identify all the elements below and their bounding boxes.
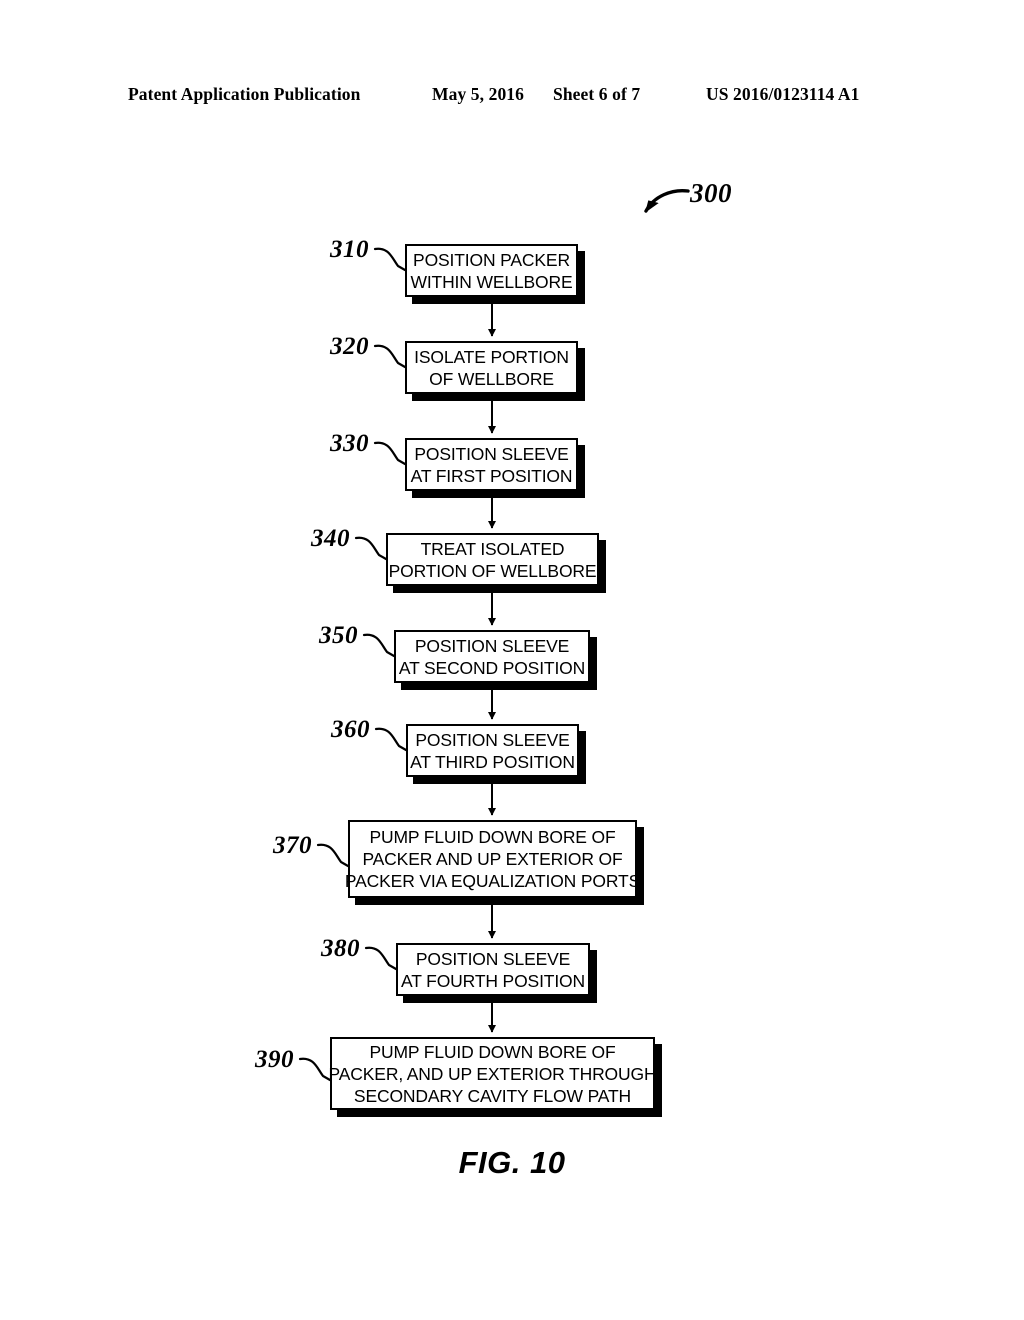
flow-box-390-line-2: PACKER, AND UP EXTERIOR THROUGH xyxy=(328,1063,657,1084)
flow-box-310-line-1: POSITION PACKER xyxy=(413,249,570,270)
flow-box-360[interactable]: POSITION SLEEVE AT THIRD POSITION xyxy=(406,724,579,777)
callout-arrow-300 xyxy=(644,188,690,213)
flow-box-350[interactable]: POSITION SLEEVE AT SECOND POSITION xyxy=(394,630,590,683)
flow-box-340-line-1: TREAT ISOLATED xyxy=(420,538,565,559)
flow-box-370-line-2: PACKER AND UP EXTERIOR OF xyxy=(362,849,623,869)
flow-box-330[interactable]: POSITION SLEEVE AT FIRST POSITION xyxy=(405,438,578,491)
figure-caption: FIG. 10 xyxy=(458,1145,566,1180)
figure-label-300: 300 xyxy=(690,178,732,208)
flow-box-320-line-1: ISOLATE PORTION xyxy=(414,346,569,367)
flow-box-310[interactable]: POSITION PACKER WITHIN WELLBORE xyxy=(405,244,578,297)
leader-390 xyxy=(298,1057,332,1082)
ref-numeral-340: 340 xyxy=(311,525,350,552)
leader-340 xyxy=(354,536,388,561)
flow-box-380[interactable]: POSITION SLEEVE AT FOURTH POSITION xyxy=(396,943,590,996)
flow-box-380-line-2: AT FOURTH POSITION xyxy=(401,970,585,991)
flow-box-390-line-3: SECONDARY CAVITY FLOW PATH xyxy=(353,1085,632,1106)
flow-box-370-line-1: PUMP FLUID DOWN BORE OF xyxy=(369,827,616,847)
flow-box-330-line-2: AT FIRST POSITION xyxy=(410,465,573,486)
flow-box-320[interactable]: ISOLATE PORTION OF WELLBORE xyxy=(405,341,578,394)
flow-box-340-line-2: PORTION OF WELLBORE xyxy=(388,560,597,581)
leader-370 xyxy=(316,843,350,868)
ref-numeral-380: 380 xyxy=(321,935,360,962)
leader-330 xyxy=(373,441,407,466)
ref-numeral-390: 390 xyxy=(255,1046,294,1073)
ref-numeral-370: 370 xyxy=(273,832,312,859)
flow-box-390-line-1: PUMP FLUID DOWN BORE OF xyxy=(369,1041,616,1062)
flow-box-390[interactable]: PUMP FLUID DOWN BORE OF PACKER, AND UP E… xyxy=(328,1037,657,1110)
leader-310 xyxy=(373,247,407,272)
flow-box-310-line-2: WITHIN WELLBORE xyxy=(410,271,573,292)
flow-box-370[interactable]: PUMP FLUID DOWN BORE OF PACKER AND UP EX… xyxy=(344,820,641,898)
ref-numeral-310: 310 xyxy=(330,236,369,263)
flow-box-320-line-2: OF WELLBORE xyxy=(429,368,554,389)
flow-box-380-line-1: POSITION SLEEVE xyxy=(415,948,571,969)
leader-380 xyxy=(364,946,398,971)
leader-320 xyxy=(373,344,407,369)
ref-numeral-330: 330 xyxy=(330,430,369,457)
ref-numeral-350: 350 xyxy=(319,622,358,649)
flow-box-350-line-2: AT SECOND POSITION xyxy=(398,657,586,678)
leader-350 xyxy=(362,633,396,658)
flow-box-330-line-1: POSITION SLEEVE xyxy=(414,443,569,464)
flow-box-370-line-3: PACKER VIA EQUALIZATION PORTS xyxy=(344,871,641,891)
flow-box-360-line-2: AT THIRD POSITION xyxy=(410,751,575,772)
flow-box-350-line-1: POSITION SLEEVE xyxy=(414,635,570,656)
flow-box-360-line-1: POSITION SLEEVE xyxy=(415,729,570,750)
leader-360 xyxy=(374,727,408,752)
figure-flowchart-300: 300 POSITION PACKER WITHIN WELLBORE 310 … xyxy=(0,0,1024,1320)
flow-box-340[interactable]: TREAT ISOLATED PORTION OF WELLBORE xyxy=(386,533,599,586)
ref-numeral-320: 320 xyxy=(330,333,369,360)
ref-numeral-360: 360 xyxy=(331,716,370,743)
